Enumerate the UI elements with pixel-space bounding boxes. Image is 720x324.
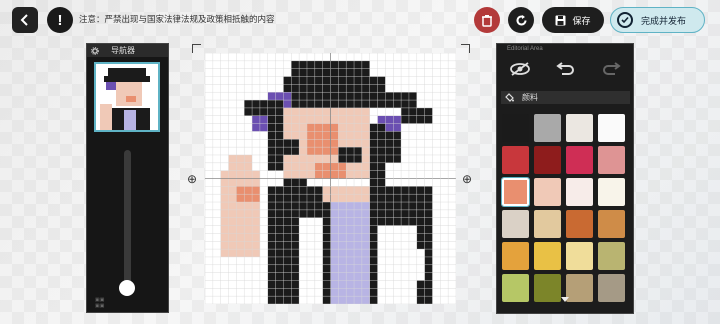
undo-icon[interactable]: [556, 61, 576, 82]
crosshair-left-icon: ⊕: [187, 172, 198, 186]
color-swatch[interactable]: [598, 242, 625, 270]
navigator-header: 导航器: [87, 44, 168, 57]
paint-bucket-icon: [505, 93, 514, 102]
color-swatch[interactable]: [566, 114, 593, 142]
publish-button[interactable]: 完成并发布: [610, 7, 705, 33]
color-swatch[interactable]: [566, 146, 593, 174]
canvas-corner-tr: [461, 44, 470, 53]
eye-hide-icon[interactable]: [509, 61, 531, 82]
zoom-slider-track[interactable]: [124, 150, 131, 290]
navigator-title: 导航器: [111, 46, 135, 55]
color-swatch[interactable]: [501, 177, 530, 207]
save-icon: [555, 15, 566, 25]
palette-header: Editorial Area: [507, 45, 543, 52]
color-swatch[interactable]: [598, 178, 625, 206]
publish-label: 完成并发布: [641, 15, 687, 26]
zoom-slider-knob[interactable]: [119, 280, 135, 296]
color-swatch[interactable]: [502, 210, 529, 238]
color-swatch[interactable]: [598, 210, 625, 238]
navigator-thumbnail[interactable]: [94, 62, 160, 132]
chevron-down-icon[interactable]: [560, 296, 570, 304]
refresh-icon: [516, 14, 526, 25]
color-swatch[interactable]: [566, 274, 593, 302]
color-swatch[interactable]: [566, 210, 593, 238]
color-swatch[interactable]: [534, 210, 561, 238]
gallery-logo: ▣▣ ▣▣: [95, 297, 105, 309]
tab-paint-label: 颜料: [522, 93, 538, 102]
gear-icon: [91, 46, 99, 55]
color-swatch[interactable]: [534, 178, 561, 206]
color-swatch[interactable]: [534, 114, 561, 142]
color-swatch[interactable]: [598, 146, 625, 174]
save-button[interactable]: 保存: [542, 7, 604, 33]
color-swatch[interactable]: [502, 274, 529, 302]
canvas-corner-tl: [192, 44, 201, 53]
color-swatch[interactable]: [534, 274, 561, 302]
navigator-panel: 导航器 ▣▣ ▣▣: [86, 43, 169, 313]
color-swatches: [501, 114, 630, 302]
color-swatch[interactable]: [502, 146, 529, 174]
color-swatch[interactable]: [598, 114, 625, 142]
trash-icon: [482, 14, 492, 27]
chevron-left-icon: [20, 14, 28, 26]
save-label: 保存: [572, 15, 591, 26]
tab-paint[interactable]: 颜料: [501, 91, 630, 104]
color-swatch[interactable]: [566, 242, 593, 270]
back-button[interactable]: [12, 7, 38, 33]
warning-icon[interactable]: !: [47, 7, 73, 33]
color-swatch[interactable]: [534, 146, 561, 174]
color-swatch[interactable]: [534, 242, 561, 270]
pixel-art[interactable]: [205, 53, 456, 304]
refresh-button[interactable]: [508, 7, 534, 33]
color-swatch[interactable]: [598, 274, 625, 302]
crosshair-right-icon: ⊕: [462, 172, 473, 186]
delete-button[interactable]: [474, 7, 500, 33]
notice-text: 注意：严禁出现与国家法律法规及政策相抵触的内容: [79, 14, 275, 24]
palette-tools: [497, 54, 633, 88]
color-swatch[interactable]: [502, 114, 529, 142]
color-swatch[interactable]: [566, 178, 593, 206]
palette-panel: Editorial Area 颜料: [496, 43, 634, 314]
color-swatch[interactable]: [502, 242, 529, 270]
check-icon: [617, 12, 633, 28]
redo-icon[interactable]: [601, 61, 621, 82]
pixel-canvas[interactable]: [205, 53, 456, 304]
